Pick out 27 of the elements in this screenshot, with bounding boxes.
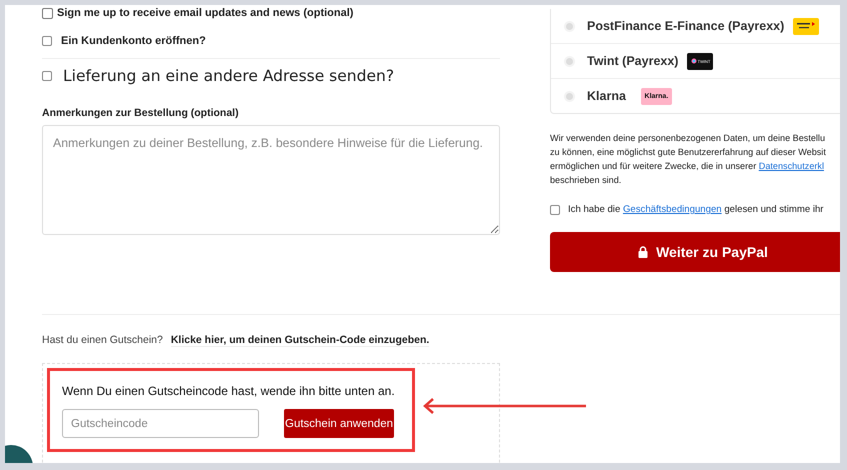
radio-button[interactable] [566, 58, 573, 64]
checkbox-label: Ein Kundenkonto eröffnen? [61, 35, 206, 47]
payment-option-label[interactable]: PostFinance E-Finance (Payrexx) [587, 19, 784, 33]
coupon-hint: Wenn Du einen Gutscheincode hast, wende ihn bitte unten an. [62, 384, 396, 398]
radio-button[interactable] [566, 92, 573, 100]
lock-icon [638, 246, 648, 258]
checkbox[interactable] [42, 36, 52, 46]
checkout-button[interactable]: Weiter zu PayPal [550, 232, 840, 272]
privacy-notice: Wir verwenden deine personenbezogenen Daten, um deine Bestellu zu können, eine möglichst gute Benutzererfahrung auf dieser Websit ermöglichen und für weitere Zwecke, die in unserer Datenschutzerkl beschrieben sind. [550, 132, 827, 187]
payment-option-label[interactable]: Twint (Payrexx) [587, 54, 678, 68]
checkbox[interactable] [42, 8, 53, 18]
coupon-field[interactable]: Gutscheincode [62, 409, 259, 438]
field-label: Anmerkungen zur Bestellung (optional) [42, 107, 240, 119]
checkbox[interactable] [42, 71, 52, 81]
coupon-link[interactable]: Klicke hier, um deinen Gutschein-Code einzugeben. [170, 334, 430, 347]
terms-label: Ich habe die Geschäftsbedingungen gelesen und stimme ihr [568, 204, 824, 215]
payment-option-label[interactable]: Klarna [587, 89, 626, 103]
coupon-prompt: Hast du einen Gutschein? [42, 334, 163, 347]
checkbox-label: Sign me up to receive email updates and news (optional) [57, 7, 354, 19]
radio-button[interactable] [566, 22, 573, 30]
notes-field[interactable]: Anmerkungen zu deiner Bestellung, z.B. besondere Hinweise für die Lieferung. [42, 125, 500, 235]
checkbox-label: Lieferung an eine andere Adresse senden? [63, 67, 394, 85]
terms-link[interactable]: Geschäftsbedingungen [622, 204, 722, 215]
apply-coupon-button[interactable]: Gutschein anwenden [284, 409, 394, 438]
postfinance-logo-icon [793, 18, 820, 34]
privacy-link[interactable]: Datenschutzerkl [758, 161, 824, 171]
checkbox[interactable] [550, 204, 560, 214]
